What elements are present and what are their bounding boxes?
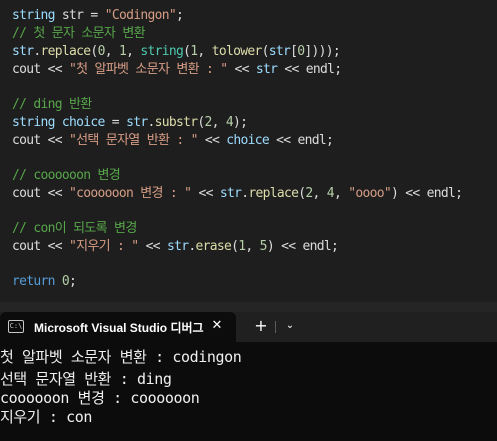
code-token: , [245,239,260,254]
code-token: , [197,44,212,59]
code-token: str [61,8,84,23]
console-icon: C:\ [8,320,24,333]
code-token: // ding 반환 [12,97,92,112]
code-token: << [191,186,220,201]
code-token: ]))); [304,44,341,59]
code-line: string str = "Codingon"; [12,7,184,25]
code-token: ); [233,115,248,130]
code-token: , [126,44,141,59]
output-line: coooooon 변경 : coooooon [0,389,200,407]
code-line: string choice = str.substr(2, 4); [12,114,248,132]
code-token: = [104,115,127,130]
code-line: // con이 되도록 변경 [12,220,137,238]
code-line: // ding 반환 [12,96,92,114]
tab-dropdown-button[interactable]: ⌄ [282,317,298,335]
code-token: // 첫 문자 소문자 변환 [12,26,146,41]
code-token: string [140,44,184,59]
code-token: 0 [61,274,70,289]
code-token: 4 [225,115,234,130]
terminal-tab-bar: C:\ Microsoft Visual Studio 디버그 ✕ + ⌄ [0,312,497,342]
code-token: choice [61,115,105,130]
code-token: str [12,44,34,59]
code-token: cout << [12,133,70,148]
code-token: ; [175,8,184,23]
output-line: 지우기 : con [0,408,92,426]
code-line: cout << "첫 알파벳 소문자 변환 : " << str << endl… [12,61,342,79]
code-token: 5 [259,239,268,254]
code-token: erase [195,239,232,254]
code-token: cout << [12,239,70,254]
code-token: << [227,62,256,77]
code-line: return 0; [12,273,77,291]
code-line: // 첫 문자 소문자 변환 [12,25,146,43]
code-token: , [211,115,226,130]
code-token: // con이 되도록 변경 [12,221,137,236]
code-token: replace [248,186,299,201]
code-token: << [138,239,167,254]
code-token: "선택 문자열 반환 : " [69,133,198,148]
code-token: str [219,186,242,201]
code-token: = [83,8,105,23]
new-tab-button[interactable]: + [252,317,270,335]
code-token: cout << [12,186,70,201]
code-token: "oooo" [348,186,391,201]
panel-splitter[interactable] [0,302,497,312]
code-line: // coooooon 변경 [12,167,121,185]
code-token: . [33,44,41,59]
code-token: << endl; [269,133,334,148]
code-token: return [12,274,55,289]
code-token: << [197,133,227,148]
tab-divider [275,321,276,333]
code-token: "첫 알파벳 소문자 변환 : " [69,62,228,77]
code-token: 2 [305,186,313,201]
code-token: , [104,44,119,59]
close-tab-button[interactable]: ✕ [209,318,225,334]
code-token: cout << [12,62,70,77]
code-token: tolower [211,44,263,59]
code-editor[interactable]: string str = "Codingon";// 첫 문자 소문자 변환 st… [0,0,497,302]
code-token: ) << endl; [266,239,339,254]
code-token: "Codingon" [104,8,177,23]
code-token: ; [69,274,77,289]
output-line: 선택 문자열 반환 : ding [0,370,172,388]
code-token: ( [261,44,270,59]
code-token: 0 [97,44,106,59]
code-token: str [268,44,291,59]
terminal-output[interactable]: 첫 알파벳 소문자 변환 : codingon 선택 문자열 반환 : ding… [0,342,497,441]
code-token: // coooooon 변경 [12,168,121,183]
code-token: << endl; [277,62,342,77]
code-token: string [12,115,55,130]
terminal-tab-title: Microsoft Visual Studio 디버그 [34,321,204,335]
code-token: str [255,62,278,77]
code-line: str.replace(0, 1, string(1, tolower(str[… [12,43,341,61]
output-line: 첫 알파벳 소문자 변환 : codingon [0,348,242,366]
code-token: , [312,186,327,201]
code-token: "지우기 : " [69,239,139,254]
code-token: , [333,186,349,201]
code-token: "coooooon 변경 : " [69,186,192,201]
code-token: ) << endl; [390,186,463,201]
code-token: choice [226,133,270,148]
code-line: cout << "지우기 : " << str.erase(1, 5) << e… [12,238,339,256]
code-token: str [166,239,189,254]
code-line: cout << "coooooon 변경 : " << str.replace(… [12,185,463,203]
code-token: 4 [326,186,335,201]
code-token: ( [90,44,98,59]
terminal-tab[interactable]: C:\ Microsoft Visual Studio 디버그 ✕ [0,312,236,342]
code-line: cout << "선택 문자열 반환 : " << choice << endl… [12,132,334,150]
code-token: substr [154,115,198,130]
code-token: 2 [204,115,213,130]
code-token: ( [197,115,205,130]
code-token: . [147,115,155,130]
code-token: str [126,115,148,130]
code-token: replace [40,44,92,59]
code-token: string [12,8,55,23]
